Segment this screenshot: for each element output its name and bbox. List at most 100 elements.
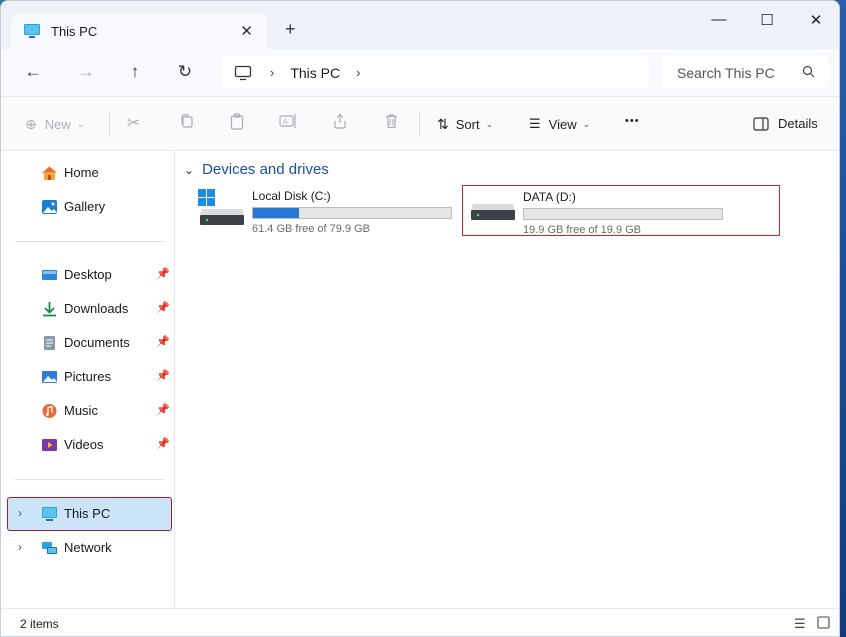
- pin-icon[interactable]: 📌: [156, 369, 170, 382]
- title-bar: This PC ✕ + — ☐ ✕: [1, 1, 839, 49]
- pin-icon[interactable]: 📌: [156, 403, 170, 416]
- view-button[interactable]: ☰ View ⌄: [529, 116, 590, 132]
- item-count: 2 items: [20, 617, 59, 631]
- svg-text:A: A: [283, 118, 288, 126]
- sidebar-item-documents[interactable]: Documents 📌: [1, 327, 175, 359]
- search-box[interactable]: Search This PC: [661, 56, 829, 89]
- tiles-view-icon[interactable]: [817, 616, 830, 629]
- view-list-icon: ☰: [529, 116, 541, 131]
- sidebar-item-label: Music: [64, 403, 98, 418]
- sidebar-item-network[interactable]: › Network: [1, 532, 175, 564]
- home-icon: [42, 166, 57, 180]
- details-pane-icon: [753, 116, 769, 131]
- more-options-button[interactable]: •••: [625, 115, 640, 127]
- group-header-devices[interactable]: ⌄ Devices and drives: [184, 161, 329, 178]
- back-button[interactable]: ←: [21, 62, 45, 84]
- sidebar-item-videos[interactable]: Videos 📌: [1, 429, 175, 461]
- chevron-down-icon: ⌄: [582, 118, 591, 129]
- cut-icon[interactable]: ✂: [127, 113, 140, 133]
- breadcrumb-this-pc[interactable]: This PC: [290, 65, 340, 81]
- maximize-button[interactable]: ☐: [752, 11, 782, 31]
- address-row: ← → ↑ ↻ › This PC › Search This PC: [1, 49, 839, 97]
- sidebar-item-this-pc[interactable]: › This PC: [1, 498, 175, 530]
- sort-icon: ⇅: [437, 116, 449, 132]
- pictures-icon: [42, 371, 57, 383]
- drive-name: Local Disk (C:): [252, 189, 331, 203]
- documents-icon: [44, 336, 55, 350]
- sidebar-item-label: Videos: [64, 437, 104, 452]
- music-icon: [42, 404, 57, 418]
- desktop-icon: [42, 270, 57, 280]
- sidebar-divider: [15, 479, 163, 480]
- sidebar-item-label: Network: [64, 540, 112, 555]
- share-icon[interactable]: [332, 113, 348, 129]
- details-label: Details: [778, 116, 818, 131]
- chevron-right-icon[interactable]: ›: [18, 506, 22, 520]
- drive-tile-c[interactable]: Local Disk (C:) 61.4 GB free of 79.9 GB: [198, 185, 458, 237]
- drive-free-space: 19.9 GB free of 19.9 GB: [523, 224, 642, 236]
- new-button[interactable]: ⊕ New ⌄: [25, 116, 84, 133]
- minimize-button[interactable]: —: [704, 11, 734, 31]
- new-tab-button[interactable]: +: [285, 19, 296, 40]
- forward-button[interactable]: →: [74, 62, 98, 84]
- sidebar-item-label: Desktop: [64, 267, 112, 282]
- tab-close-button[interactable]: ✕: [240, 22, 253, 40]
- content-pane: ⌄ Devices and drives Local Disk (C:) 61.…: [176, 151, 839, 608]
- breadcrumb-chevron-icon[interactable]: ›: [270, 65, 274, 80]
- pin-icon[interactable]: 📌: [156, 267, 170, 280]
- toolbar-divider: [419, 111, 420, 137]
- sidebar-item-label: Home: [64, 165, 99, 180]
- search-icon: [802, 65, 815, 78]
- new-label: New: [44, 117, 71, 132]
- paste-icon[interactable]: [229, 113, 245, 130]
- tab-title: This PC: [51, 23, 98, 39]
- gallery-icon: [42, 200, 57, 214]
- sidebar-item-downloads[interactable]: Downloads 📌: [1, 293, 175, 325]
- windows-drive-icon: [198, 189, 244, 225]
- sidebar-item-label: Documents: [64, 335, 130, 350]
- toolbar-divider: [109, 111, 110, 137]
- drive-usage-bar: [252, 207, 452, 219]
- search-input[interactable]: Search This PC: [677, 65, 775, 81]
- breadcrumb-chevron-icon[interactable]: ›: [356, 65, 360, 80]
- videos-icon: [42, 439, 57, 451]
- details-button[interactable]: Details: [753, 116, 818, 131]
- sidebar-item-label: Pictures: [64, 369, 111, 384]
- sidebar-item-desktop[interactable]: Desktop 📌: [1, 259, 175, 291]
- sidebar-item-label: This PC: [64, 506, 111, 521]
- downloads-icon: [43, 302, 56, 317]
- sidebar-item-pictures[interactable]: Pictures 📌: [1, 361, 175, 393]
- command-bar: ⊕ New ⌄ ✂ A ⇅ Sort ⌄ ☰ View ⌄ ••• Detail…: [1, 97, 839, 151]
- chevron-down-icon: ⌄: [485, 119, 494, 129]
- sidebar-item-home[interactable]: Home: [1, 157, 175, 189]
- this-pc-icon: [42, 507, 57, 521]
- sidebar-item-gallery[interactable]: Gallery: [1, 191, 175, 223]
- this-pc-icon: [24, 24, 40, 38]
- pin-icon[interactable]: 📌: [156, 301, 170, 314]
- drive-usage-bar: [523, 208, 723, 220]
- details-view-icon[interactable]: ☰: [794, 616, 806, 632]
- pin-icon[interactable]: 📌: [156, 335, 170, 348]
- sort-button[interactable]: ⇅ Sort ⌄: [437, 116, 493, 133]
- delete-icon[interactable]: [384, 113, 399, 129]
- drive-tile-d[interactable]: DATA (D:) 19.9 GB free of 19.9 GB: [462, 185, 780, 236]
- drive-name: DATA (D:): [523, 190, 576, 204]
- monitor-icon: [234, 65, 252, 80]
- network-icon: [42, 542, 57, 554]
- rename-icon[interactable]: A: [279, 113, 297, 129]
- close-button[interactable]: ✕: [801, 11, 831, 31]
- address-bar[interactable]: › This PC ›: [221, 56, 649, 89]
- group-title: Devices and drives: [202, 161, 329, 178]
- file-explorer-window: This PC ✕ + — ☐ ✕ ← → ↑ ↻ › This PC › Se…: [0, 0, 840, 637]
- drive-usage-fill: [253, 208, 299, 218]
- navigation-pane: Home Gallery Desktop 📌 Downloads 📌 Docum…: [1, 151, 175, 608]
- chevron-down-icon: ⌄: [76, 119, 85, 129]
- chevron-right-icon[interactable]: ›: [18, 540, 22, 554]
- sidebar-item-label: Downloads: [64, 301, 129, 316]
- tab-this-pc[interactable]: This PC ✕: [11, 13, 267, 49]
- sidebar-item-music[interactable]: Music 📌: [1, 395, 175, 427]
- up-button[interactable]: ↑: [123, 62, 147, 84]
- pin-icon[interactable]: 📌: [156, 437, 170, 450]
- copy-icon[interactable]: [179, 113, 195, 129]
- refresh-button[interactable]: ↻: [173, 62, 197, 84]
